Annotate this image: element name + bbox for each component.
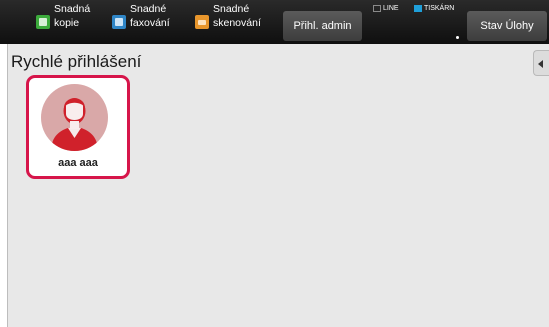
top-bar: Snadná kopie Snadné faxování Snadné sken…: [0, 0, 549, 44]
chevron-left-icon: [538, 60, 543, 68]
easy-fax-label-line1: Snadné: [130, 3, 167, 15]
scan-icon: [195, 15, 209, 29]
line-status-icon: [373, 4, 381, 12]
printer-status-icon: [414, 4, 422, 12]
easy-fax-label-line2: faxování: [130, 17, 170, 29]
status-dot-icon: [456, 36, 459, 39]
job-status-button[interactable]: Stav Úlohy: [467, 11, 547, 41]
page-title: Rychlé přihlášení: [11, 52, 142, 71]
easy-fax-button[interactable]: Snadné faxování: [112, 2, 170, 42]
easy-copy-button[interactable]: Snadná kopie: [36, 2, 90, 42]
admin-login-label: Přihl. admin: [293, 20, 352, 32]
side-panel-toggle[interactable]: [533, 50, 549, 76]
admin-login-button[interactable]: Přihl. admin: [283, 11, 362, 41]
easy-scan-button[interactable]: Snadné skenování: [195, 2, 261, 42]
user-card[interactable]: aaa aaa: [26, 75, 130, 179]
easy-copy-label-line2: kopie: [54, 17, 80, 29]
easy-copy-label-line1: Snadná: [54, 3, 91, 15]
job-status-label: Stav Úlohy: [480, 20, 534, 32]
fax-icon: [112, 15, 126, 29]
user-avatar-icon: [41, 84, 108, 151]
line-status-indicator: LINE: [373, 3, 399, 13]
printer-status-indicator: TISKÁRN: [414, 3, 454, 13]
user-name-label: aaa aaa: [58, 157, 98, 169]
printer-status-label: TISKÁRN: [424, 4, 455, 12]
easy-scan-label-line1: Snadné: [213, 3, 250, 15]
easy-scan-label-line2: skenování: [213, 17, 261, 29]
line-status-label: LINE: [383, 4, 399, 12]
copy-icon: [36, 15, 50, 29]
